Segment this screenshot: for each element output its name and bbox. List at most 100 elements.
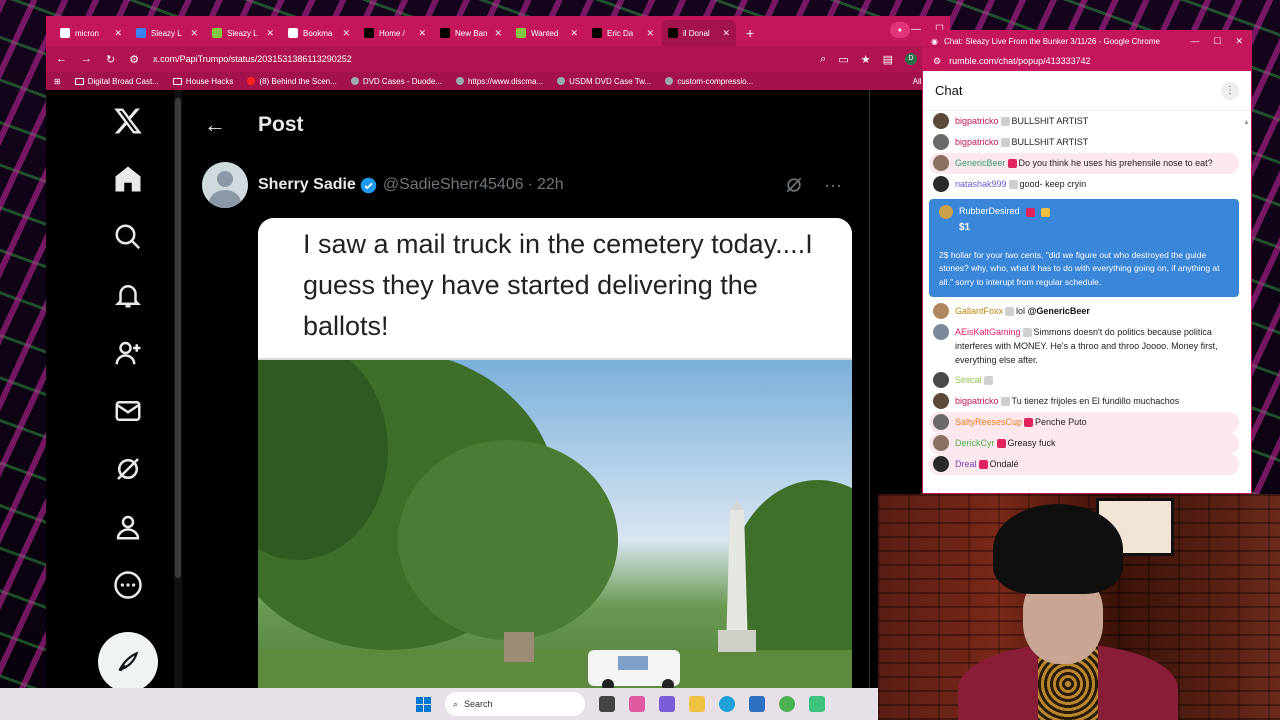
chat-username[interactable]: GallantFoxx: [955, 306, 1003, 316]
browser-tab[interactable]: micron ✕: [54, 20, 128, 46]
sidebar-icon[interactable]: ▤: [883, 53, 893, 66]
bookmark-item[interactable]: (8) Behind the Scen...: [247, 77, 337, 86]
start-icon[interactable]: [416, 696, 431, 712]
avatar[interactable]: [933, 324, 949, 340]
chat-scrollbar[interactable]: ▲: [1243, 111, 1250, 495]
home-icon[interactable]: [98, 156, 158, 202]
chat-message[interactable]: bigpatricko BULLSHIT ARTIST: [929, 111, 1239, 132]
bell-icon[interactable]: [98, 272, 158, 318]
chat-message[interactable]: natashak999 good- keep cryin: [929, 174, 1239, 195]
avatar[interactable]: [933, 372, 949, 388]
browser-tab[interactable]: Wanted ✕: [510, 20, 584, 46]
chat-mention[interactable]: @GenericBeer: [1028, 306, 1090, 316]
site-info-icon[interactable]: ⚙: [129, 53, 139, 66]
mail-icon[interactable]: [98, 388, 158, 434]
tab-close-icon[interactable]: ✕: [418, 28, 426, 39]
chat-username[interactable]: GenericBeer: [955, 158, 1006, 168]
grok-icon[interactable]: [98, 446, 158, 492]
forward-icon[interactable]: →: [81, 53, 92, 65]
grok-icon[interactable]: [784, 175, 804, 195]
browser-tab[interactable]: Bookma ✕: [282, 20, 356, 46]
avatar[interactable]: [933, 134, 949, 150]
profile-icon[interactable]: [98, 504, 158, 550]
scroll-up-icon[interactable]: ▲: [1243, 119, 1250, 126]
profile-avatar[interactable]: D: [905, 52, 917, 65]
tab-close-icon[interactable]: ✕: [494, 28, 502, 39]
chat-message[interactable]: bigpatricko BULLSHIT ARTIST: [929, 132, 1239, 153]
chat-message[interactable]: GallantFoxx lol @GenericBeer: [929, 301, 1239, 322]
search-icon[interactable]: [98, 214, 158, 260]
new-tab-button[interactable]: +: [738, 25, 762, 46]
avatar[interactable]: [933, 113, 949, 129]
back-icon[interactable]: ←: [56, 53, 67, 65]
more-options-icon[interactable]: ···: [824, 175, 842, 196]
avatar[interactable]: [933, 176, 949, 192]
app-icon[interactable]: [809, 696, 825, 712]
browser-tab[interactable]: il Donal ✕: [662, 20, 736, 46]
chat-message[interactable]: Sinical: [929, 370, 1239, 391]
chat-message[interactable]: SaltyReesesCup Penche Puto: [929, 412, 1239, 433]
author-name[interactable]: Sherry Sadie: [258, 176, 356, 194]
avatar[interactable]: [933, 456, 949, 472]
rant-username[interactable]: RubberDesired: [959, 205, 1020, 219]
browser-tab[interactable]: Sleazy L ✕: [130, 20, 204, 46]
address-bar[interactable]: x.com/PapiTrumpo/status/2031531386113290…: [153, 54, 806, 64]
avatar[interactable]: [202, 162, 248, 208]
chat-username[interactable]: bigpatricko: [955, 137, 999, 147]
avatar[interactable]: [933, 414, 949, 430]
site-info-icon[interactable]: ⚙: [933, 56, 941, 67]
x-scrollbar[interactable]: [174, 90, 182, 688]
bookmark-item[interactable]: custom-compressio...: [665, 77, 753, 86]
chat-message[interactable]: DerickCyr Greasy fuck: [929, 433, 1239, 454]
tab-close-icon[interactable]: ✕: [342, 28, 350, 39]
bookmark-item[interactable]: House Hacks: [172, 77, 233, 86]
avatar[interactable]: [939, 205, 953, 219]
maximize-icon[interactable]: ☐: [1213, 36, 1221, 47]
x-logo-icon[interactable]: [98, 98, 158, 144]
browser-tab[interactable]: Eric Da ✕: [586, 20, 660, 46]
chat-username[interactable]: natashak999: [955, 179, 1007, 189]
chat-username[interactable]: Dreal: [955, 459, 977, 469]
chat-more-icon[interactable]: ⋮: [1221, 81, 1239, 100]
zoom-icon[interactable]: ⌕: [820, 53, 826, 66]
tab-close-icon[interactable]: ✕: [114, 28, 122, 39]
reload-icon[interactable]: ↻: [106, 53, 115, 66]
scroll-thumb[interactable]: [175, 98, 181, 578]
compose-button[interactable]: [98, 632, 158, 688]
task-view-icon[interactable]: [599, 696, 615, 712]
bookmark-item[interactable]: Digital Broad Cast...: [74, 77, 159, 86]
back-arrow-icon[interactable]: ←: [204, 112, 226, 138]
close-icon[interactable]: ✕: [1235, 36, 1243, 47]
browser-tab[interactable]: New Ban ✕: [434, 20, 508, 46]
file-explorer-icon[interactable]: [689, 696, 705, 712]
chat-message[interactable]: AEisKaltGaming Simmons doesn't do politic…: [929, 322, 1239, 370]
chat-messages[interactable]: bigpatricko BULLSHIT ARTIST bigpatricko BUL…: [923, 111, 1245, 495]
post-media[interactable]: I saw a mail truck in the cemetery today…: [258, 218, 852, 688]
cast-icon[interactable]: ▭: [838, 53, 848, 66]
chat-username[interactable]: bigpatricko: [955, 396, 999, 406]
chat-username[interactable]: SaltyReesesCup: [955, 417, 1022, 427]
bookmark-item[interactable]: USDM DVD Case Tw...: [557, 77, 651, 86]
avatar[interactable]: [933, 393, 949, 409]
chat-username[interactable]: bigpatricko: [955, 116, 999, 126]
chat-username[interactable]: AEisKaltGaming: [955, 327, 1021, 337]
copilot-icon[interactable]: [629, 696, 645, 712]
tab-group-chip[interactable]: ●: [889, 22, 910, 38]
tab-close-icon[interactable]: ✕: [646, 28, 654, 39]
chat-message[interactable]: GenericBeer Do you think he uses his preh…: [929, 153, 1239, 174]
taskbar-search[interactable]: ⌕ Search: [445, 692, 585, 716]
chrome-icon[interactable]: [779, 696, 795, 712]
more-icon[interactable]: [98, 562, 158, 608]
minimize-icon[interactable]: —: [911, 24, 921, 35]
chat-url[interactable]: rumble.com/chat/popup/413333742: [949, 56, 1091, 66]
bookmark-item[interactable]: DVD Cases - Duode...: [350, 77, 442, 86]
bookmark-item[interactable]: https://www.discma...: [455, 77, 543, 86]
add-user-icon[interactable]: [98, 330, 158, 376]
bookmark-star-icon[interactable]: ★: [861, 53, 871, 66]
post-time[interactable]: 22h: [537, 176, 564, 194]
apps-icon[interactable]: ⊞: [54, 77, 61, 86]
chat-username[interactable]: Sinical: [955, 375, 982, 385]
author-handle[interactable]: @SadieSherr45406: [383, 176, 524, 194]
store-icon[interactable]: [749, 696, 765, 712]
tab-close-icon[interactable]: ✕: [190, 28, 198, 39]
